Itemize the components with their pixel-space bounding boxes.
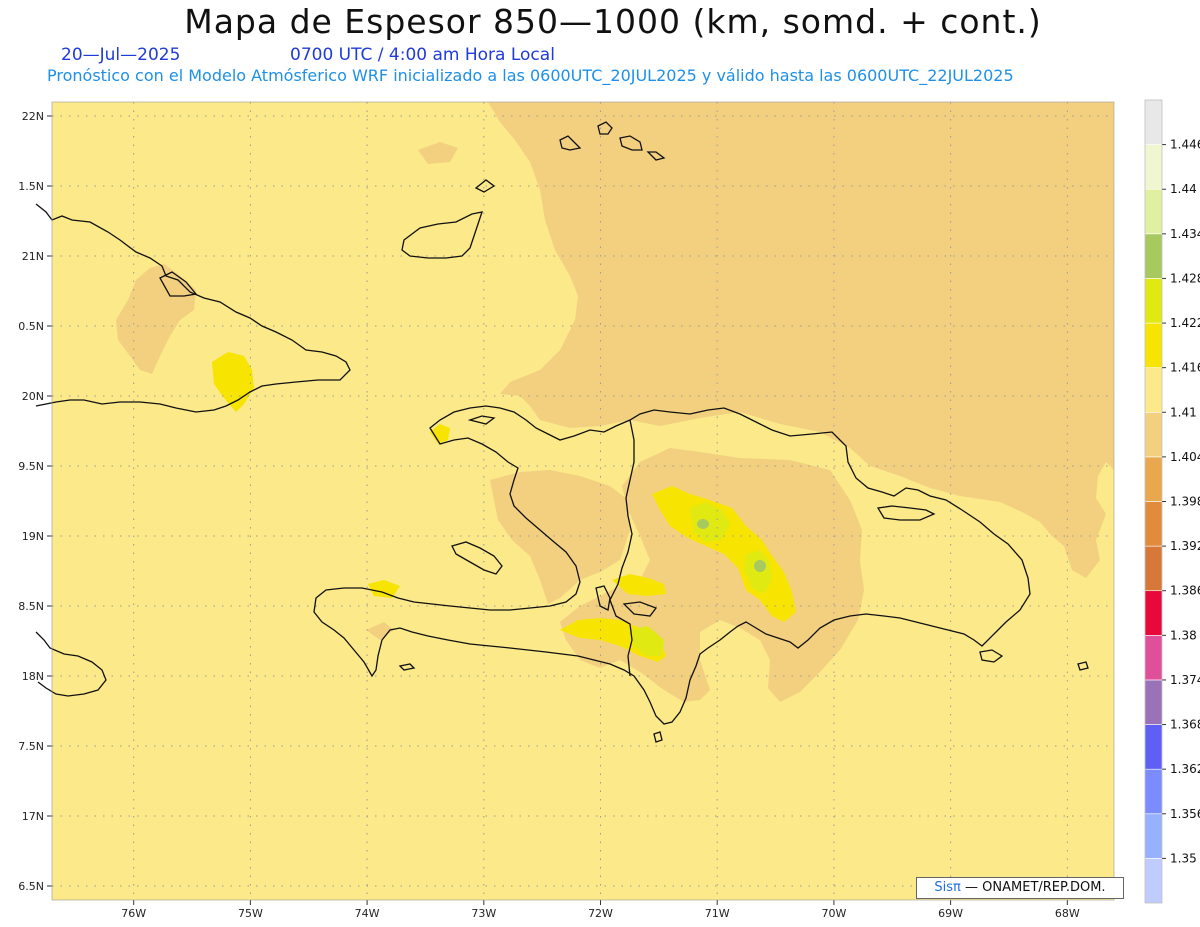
colorbar-label: 1.38 <box>1170 628 1197 642</box>
colorbar-swatch <box>1144 679 1163 725</box>
colorbar-swatch <box>1144 188 1163 235</box>
colorbar-label: 1.44 <box>1170 182 1197 196</box>
colorbar-swatch <box>1144 768 1163 815</box>
lon-label: 69W <box>938 907 963 920</box>
colorbar-label: 1.404 <box>1170 450 1200 464</box>
colorbar-label: 1.392 <box>1170 539 1200 553</box>
lon-label: 74W <box>355 907 380 920</box>
lat-label: 9.5N <box>18 460 44 473</box>
colorbar-swatch <box>1144 322 1163 368</box>
green-core-2 <box>754 560 766 572</box>
green-core-1 <box>697 519 709 529</box>
colorbar-swatch <box>1144 724 1163 770</box>
colorbar-label: 1.398 <box>1170 495 1200 509</box>
lat-label: 19N <box>22 530 44 543</box>
colorbar-label: 1.434 <box>1170 227 1200 241</box>
colorbar-label: 1.386 <box>1170 584 1200 598</box>
lon-label: 72W <box>588 907 613 920</box>
lon-label: 75W <box>238 907 263 920</box>
thickness-map: 22N 1.5N 21N 0.5N 20N 9.5N 19N 8.5N 18N 7.5N 17N 6.… <box>18 99 1200 920</box>
colorbar-swatch <box>1144 99 1163 145</box>
lat-label: 18N <box>22 670 44 683</box>
colorbar-label: 1.41 <box>1170 405 1197 419</box>
lat-label: 0.5N <box>18 320 44 333</box>
colorbar-swatch <box>1144 367 1163 413</box>
colorbar-swatch <box>1144 501 1163 547</box>
credit-box: Sisπ — ONAMET/REP.DOM. <box>916 877 1124 899</box>
colorbar-swatch <box>1144 545 1163 592</box>
lat-label: 17N <box>22 810 44 823</box>
colorbar-label: 1.416 <box>1170 361 1200 375</box>
colorbar-swatch <box>1144 590 1163 636</box>
credit-text: — ONAMET/REP.DOM. <box>965 880 1106 895</box>
colorbar: 1.35 1.356 1.362 1.368 1.374 1.38 1.386 1.392 1.… <box>1144 99 1200 904</box>
colorbar-swatch <box>1144 411 1163 458</box>
latitude-labels: 22N 1.5N 21N 0.5N 20N 9.5N 19N 8.5N 18N 7.5N 17N 6.… <box>18 110 52 893</box>
lon-label: 71W <box>705 907 730 920</box>
colorbar-label: 1.356 <box>1170 807 1200 821</box>
colorbar-swatch <box>1144 456 1163 502</box>
longitude-labels: 76W 75W 74W 73W 72W 71W 70W 69W 68W <box>121 900 1080 920</box>
colorbar-label: 1.374 <box>1170 673 1200 687</box>
lat-label: 21N <box>22 250 44 263</box>
lon-label: 68W <box>1055 907 1080 920</box>
colorbar-label: 1.446 <box>1170 138 1200 152</box>
lon-label: 76W <box>121 907 146 920</box>
lat-label: 7.5N <box>18 740 44 753</box>
colorbar-swatch <box>1144 278 1163 324</box>
colorbar-swatch <box>1144 144 1163 190</box>
lat-label: 8.5N <box>18 600 44 613</box>
colorbar-label: 1.362 <box>1170 762 1200 776</box>
lon-label: 70W <box>821 907 846 920</box>
colorbar-swatch <box>1144 233 1163 279</box>
lat-label: 20N <box>22 390 44 403</box>
colorbar-swatch <box>1144 635 1163 681</box>
colorbar-swatch <box>1144 813 1163 859</box>
lat-label: 22N <box>22 110 44 123</box>
colorbar-label: 1.422 <box>1170 316 1200 330</box>
colorbar-swatch <box>1144 858 1163 904</box>
colorbar-label: 1.35 <box>1170 851 1197 865</box>
lat-label: 1.5N <box>18 180 44 193</box>
colorbar-label: 1.428 <box>1170 271 1200 285</box>
colorbar-label: 1.368 <box>1170 718 1200 732</box>
lat-label: 6.5N <box>18 880 44 893</box>
sispi-logo: Sisπ <box>934 880 961 895</box>
lon-label: 73W <box>471 907 496 920</box>
